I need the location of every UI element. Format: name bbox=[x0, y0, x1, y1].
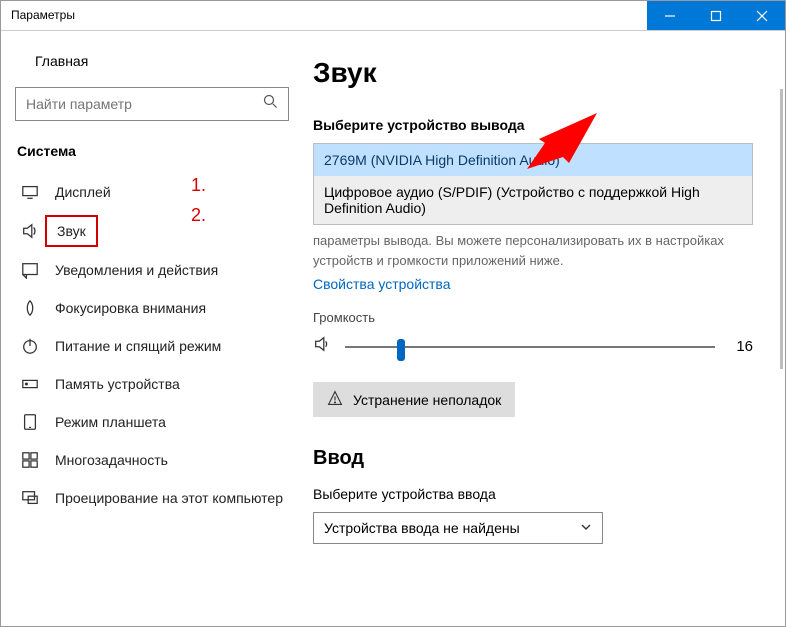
sidebar-item-label: Память устройства bbox=[55, 376, 180, 392]
scrollbar[interactable] bbox=[780, 89, 783, 369]
volume-slider[interactable] bbox=[345, 338, 715, 356]
sidebar-item-projecting[interactable]: Проецирование на этот компьютер bbox=[15, 479, 289, 517]
sidebar-item-power[interactable]: Питание и спящий режим bbox=[15, 327, 289, 365]
display-icon bbox=[21, 183, 39, 201]
annotation-number-1: 1. bbox=[191, 175, 206, 196]
sidebar-item-label: Проецирование на этот компьютер bbox=[55, 490, 283, 506]
input-device-dropdown[interactable]: Устройства ввода не найдены bbox=[313, 512, 603, 544]
storage-icon bbox=[21, 375, 39, 393]
sidebar-item-label: Звук bbox=[45, 215, 98, 247]
search-icon bbox=[263, 94, 278, 114]
speaker-icon[interactable] bbox=[313, 335, 331, 358]
sound-icon bbox=[21, 222, 39, 240]
sidebar-item-focus[interactable]: Фокусировка внимания bbox=[15, 289, 289, 327]
sidebar: Главная Система Дисплей Звук Уведомления… bbox=[1, 31, 301, 626]
search-input[interactable] bbox=[26, 96, 263, 112]
sidebar-item-multitasking[interactable]: Многозадачность bbox=[15, 441, 289, 479]
sidebar-item-storage[interactable]: Память устройства bbox=[15, 365, 289, 403]
device-properties-link[interactable]: Свойства устройства bbox=[313, 276, 451, 292]
chevron-down-icon bbox=[580, 520, 592, 536]
volume-row: 16 bbox=[313, 335, 753, 358]
focus-icon bbox=[21, 299, 39, 317]
troubleshoot-button[interactable]: Устранение неполадок bbox=[313, 382, 515, 417]
output-hint-text: параметры вывода. Вы можете персонализир… bbox=[313, 231, 753, 270]
sidebar-item-label: Многозадачность bbox=[55, 452, 168, 468]
close-button[interactable] bbox=[739, 1, 785, 30]
sidebar-group-title: Система bbox=[15, 143, 289, 159]
content-pane: Звук Выберите устройство вывода 2769M (N… bbox=[301, 31, 785, 626]
sidebar-item-label: Дисплей bbox=[55, 184, 111, 200]
settings-window: Параметры Главная Система Дисплей bbox=[0, 0, 786, 627]
multitasking-icon bbox=[21, 451, 39, 469]
annotation-number-2: 2. bbox=[191, 205, 206, 226]
search-box[interactable] bbox=[15, 87, 289, 121]
maximize-button[interactable] bbox=[693, 1, 739, 30]
volume-value: 16 bbox=[729, 338, 753, 355]
annotation-arrow bbox=[527, 113, 597, 174]
notifications-icon bbox=[21, 261, 39, 279]
sidebar-item-label: Питание и спящий режим bbox=[55, 338, 221, 354]
tablet-icon bbox=[21, 413, 39, 431]
warning-icon bbox=[327, 390, 343, 409]
window-controls bbox=[647, 1, 785, 30]
slider-thumb[interactable] bbox=[397, 339, 405, 361]
volume-label: Громкость bbox=[313, 310, 753, 325]
sidebar-item-label: Фокусировка внимания bbox=[55, 300, 206, 316]
sidebar-item-label: Уведомления и действия bbox=[55, 262, 218, 278]
minimize-button[interactable] bbox=[647, 1, 693, 30]
sidebar-item-label: Режим планшета bbox=[55, 414, 166, 430]
input-section-label: Выберите устройства ввода bbox=[313, 486, 753, 502]
input-heading: Ввод bbox=[313, 447, 753, 470]
title-bar: Параметры bbox=[1, 1, 785, 31]
sidebar-item-display[interactable]: Дисплей bbox=[15, 173, 289, 211]
projecting-icon bbox=[21, 489, 39, 507]
sidebar-item-tablet[interactable]: Режим планшета bbox=[15, 403, 289, 441]
input-dropdown-value: Устройства ввода не найдены bbox=[324, 520, 520, 536]
power-icon bbox=[21, 337, 39, 355]
troubleshoot-label: Устранение неполадок bbox=[353, 392, 501, 408]
dropdown-option[interactable]: Цифровое аудио (S/PDIF) (Устройство с по… bbox=[314, 176, 752, 224]
window-title: Параметры bbox=[1, 1, 647, 30]
page-title: Звук bbox=[313, 57, 753, 89]
home-label: Главная bbox=[35, 53, 88, 69]
home-link[interactable]: Главная bbox=[15, 45, 289, 87]
sidebar-item-notifications[interactable]: Уведомления и действия bbox=[15, 251, 289, 289]
sidebar-item-sound[interactable]: Звук bbox=[15, 211, 289, 251]
